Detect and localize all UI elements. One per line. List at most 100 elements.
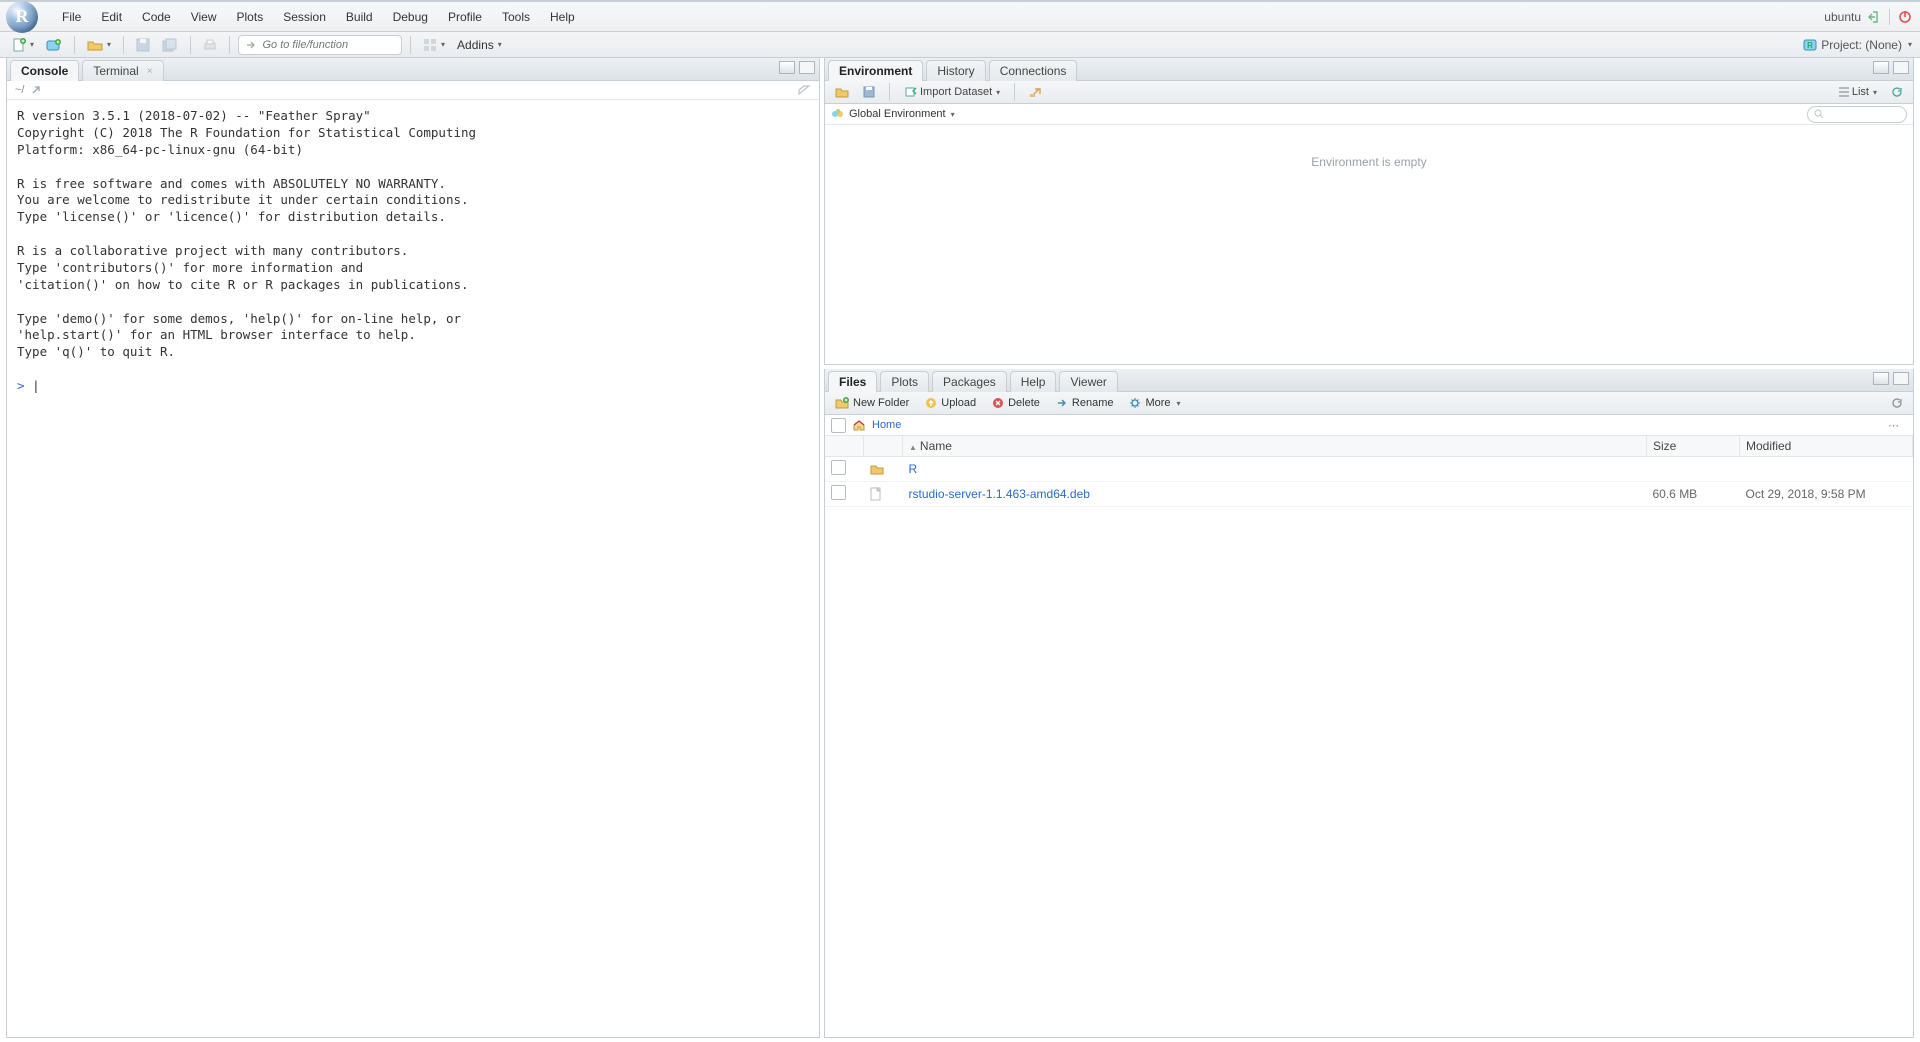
new-file-button[interactable]: ▾ [8, 36, 38, 54]
env-view-mode-button[interactable]: List ▾ [1834, 84, 1881, 100]
new-project-button[interactable] [42, 36, 66, 54]
power-icon[interactable] [1898, 10, 1912, 24]
rename-button[interactable]: Rename [1052, 395, 1118, 411]
tab-help[interactable]: Help [1010, 371, 1057, 392]
console-path-bar: ~/ [7, 81, 819, 100]
menu-view[interactable]: View [181, 6, 227, 28]
minimize-pane-button[interactable] [779, 61, 795, 74]
addins-button[interactable]: Addins ▾ [453, 36, 506, 54]
tab-connections[interactable]: Connections [989, 60, 1078, 81]
import-dataset-button[interactable]: Import Dataset ▾ [900, 84, 1004, 100]
menu-help[interactable]: Help [540, 6, 585, 28]
gear-icon [1129, 397, 1141, 409]
popout-icon[interactable] [30, 84, 42, 96]
home-icon[interactable] [852, 419, 866, 431]
tab-files[interactable]: Files [828, 371, 877, 392]
console-pane: Console Terminal× ~/ R version 3.5.1 (20… [6, 58, 820, 1038]
upload-button[interactable]: Upload [921, 395, 980, 411]
tab-history[interactable]: History [926, 60, 985, 81]
open-file-button[interactable]: ▾ [83, 36, 115, 54]
caret-icon: ▾ [498, 40, 502, 49]
tab-plots[interactable]: Plots [880, 371, 929, 392]
svg-text:R: R [1807, 41, 1813, 50]
close-icon[interactable]: × [147, 66, 153, 77]
breadcrumb-home[interactable]: Home [872, 419, 901, 431]
tab-console[interactable]: Console [10, 60, 79, 81]
env-scope-bar: Global Environment ▾ [825, 104, 1913, 125]
col-modified[interactable]: Modified [1740, 436, 1913, 457]
search-icon [1814, 109, 1824, 119]
select-all-checkbox[interactable] [831, 418, 846, 433]
working-dir-label: ~/ [15, 84, 24, 96]
file-name-link[interactable]: rstudio-server-1.1.463-amd64.deb [909, 487, 1090, 501]
refresh-files-button[interactable] [1887, 395, 1907, 411]
goto-input[interactable] [260, 38, 395, 52]
files-table: ▲Name Size Modified Rrstudio-server-1.1.… [825, 436, 1913, 507]
menu-file[interactable]: File [52, 6, 91, 28]
menu-tools[interactable]: Tools [492, 6, 540, 28]
clear-workspace-button[interactable] [1025, 84, 1047, 100]
tab-packages[interactable]: Packages [932, 371, 1007, 392]
tab-terminal[interactable]: Terminal× [82, 60, 163, 81]
col-name[interactable]: ▲Name [903, 436, 1647, 457]
menu-build[interactable]: Build [336, 6, 383, 28]
scope-selector[interactable]: Global Environment ▾ [849, 108, 955, 120]
maximize-pane-button[interactable] [1893, 372, 1909, 385]
menu-session[interactable]: Session [273, 6, 336, 28]
file-name-link[interactable]: R [909, 462, 918, 476]
console-output[interactable]: R version 3.5.1 (2018-07-02) -- "Feather… [7, 100, 819, 1037]
caret-icon: ▾ [996, 88, 1000, 97]
divider [1889, 9, 1890, 25]
environment-pane: Environment History Connections I [824, 58, 1914, 365]
save-all-button[interactable] [158, 36, 182, 54]
maximize-pane-button[interactable] [799, 61, 815, 74]
minimize-pane-button[interactable] [1873, 372, 1889, 385]
scope-icon [831, 108, 845, 120]
menu-profile[interactable]: Profile [438, 6, 492, 28]
folder-icon [864, 457, 903, 482]
more-button[interactable]: More ▾ [1125, 395, 1184, 411]
files-breadcrumb: Home ⋯ [825, 415, 1913, 436]
path-more-button[interactable]: ⋯ [1888, 419, 1907, 432]
env-tabbar: Environment History Connections [825, 58, 1913, 81]
table-row[interactable]: rstudio-server-1.1.463-amd64.deb60.6 MBO… [825, 482, 1913, 507]
caret-icon: ▾ [1873, 88, 1877, 97]
files-tabbar: Files Plots Packages Help Viewer [825, 369, 1913, 392]
save-workspace-button[interactable] [859, 84, 879, 100]
env-search-box[interactable] [1807, 106, 1907, 123]
print-button[interactable] [199, 36, 221, 54]
caret-icon: ▾ [951, 110, 955, 119]
table-row[interactable]: R [825, 457, 1913, 482]
delete-button[interactable]: Delete [988, 395, 1044, 411]
tab-viewer[interactable]: Viewer [1059, 371, 1117, 392]
minimize-pane-button[interactable] [1873, 61, 1889, 74]
new-folder-button[interactable]: New Folder [831, 395, 913, 411]
row-checkbox[interactable] [831, 485, 846, 500]
caret-icon: ▾ [1908, 40, 1912, 49]
menu-code[interactable]: Code [132, 6, 181, 28]
menu-debug[interactable]: Debug [383, 6, 438, 28]
refresh-button[interactable] [1887, 84, 1907, 100]
menu-plots[interactable]: Plots [227, 6, 274, 28]
menu-edit[interactable]: Edit [91, 6, 132, 28]
project-icon: R [1803, 38, 1817, 52]
caret-icon: ▾ [441, 40, 445, 49]
tab-environment[interactable]: Environment [828, 60, 923, 81]
col-size[interactable]: Size [1647, 436, 1740, 457]
clear-console-icon[interactable] [797, 84, 811, 96]
file-size [1647, 457, 1740, 482]
file-modified [1740, 457, 1913, 482]
save-button[interactable] [132, 36, 154, 54]
console-tabbar: Console Terminal× [7, 58, 819, 81]
maximize-pane-button[interactable] [1893, 61, 1909, 74]
env-toolbar: Import Dataset ▾ List ▾ [825, 81, 1913, 104]
load-workspace-button[interactable] [831, 84, 853, 100]
file-size: 60.6 MB [1647, 482, 1740, 507]
row-checkbox[interactable] [831, 460, 846, 475]
goto-file-function-box[interactable] [238, 35, 402, 55]
project-selector[interactable]: R Project: (None) ▾ [1803, 38, 1912, 52]
sign-out-icon[interactable] [1867, 10, 1881, 24]
goto-arrow-icon [245, 39, 255, 51]
grid-button[interactable]: ▾ [419, 36, 449, 54]
import-icon [904, 86, 918, 98]
